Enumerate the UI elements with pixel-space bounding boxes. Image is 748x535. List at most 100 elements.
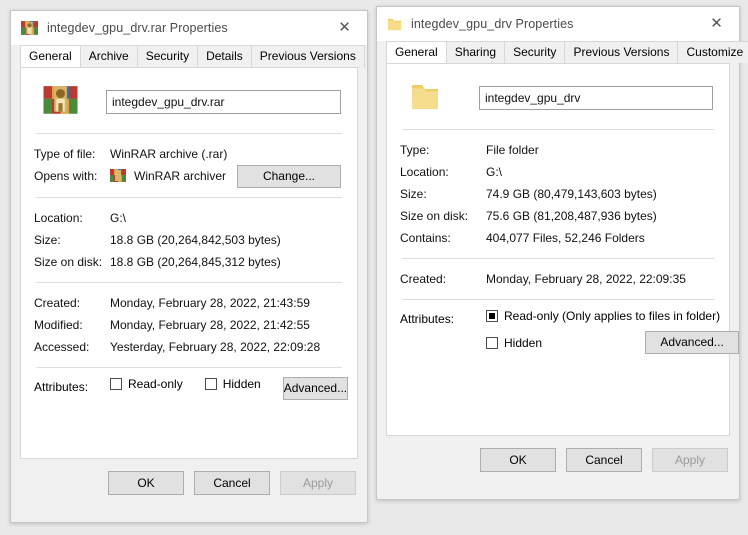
apply-button[interactable]: Apply: [652, 448, 728, 472]
attributes-row: Attributes: Read-only Hidden Advanced...: [34, 377, 344, 400]
row-value: WinRAR archiver: [110, 165, 226, 187]
folder-icon: [408, 80, 448, 116]
row-size: Size: 18.8 GB (20,264,842,503 bytes): [34, 229, 344, 251]
row-value: G:\: [110, 207, 126, 229]
tab-details[interactable]: Details: [197, 45, 252, 67]
readonly-label: Read-only: [128, 377, 183, 391]
advanced-button[interactable]: Advanced...: [283, 377, 348, 400]
row-contains: Contains: 404,077 Files, 52,246 Folders: [400, 227, 716, 249]
tab-security[interactable]: Security: [137, 45, 198, 67]
row-label: Accessed:: [34, 336, 110, 358]
desktop-background: integdev_gpu_drv.rar Properties ✕ Genera…: [0, 0, 748, 535]
readonly-checkbox[interactable]: Read-only: [110, 377, 183, 391]
checkbox-box: [486, 337, 498, 349]
hidden-label: Hidden: [223, 377, 261, 391]
attributes-label: Attributes:: [400, 309, 486, 329]
divider: [36, 282, 342, 283]
folder-properties-dialog: integdev_gpu_drv Properties ✕ General Sh…: [376, 6, 740, 500]
row-label: Opens with:: [34, 165, 110, 187]
checkbox-box: [486, 310, 498, 322]
footer-left: OK Cancel Apply: [11, 459, 367, 495]
tab-previous-versions[interactable]: Previous Versions: [564, 41, 678, 63]
cancel-button[interactable]: Cancel: [194, 471, 270, 495]
row-created: Created: Monday, February 28, 2022, 21:4…: [34, 292, 344, 314]
close-icon[interactable]: ✕: [322, 11, 367, 44]
advanced-button[interactable]: Advanced...: [645, 331, 739, 354]
row-value: 18.8 GB (20,264,845,312 bytes): [110, 251, 281, 273]
tab-general[interactable]: General: [20, 45, 81, 67]
row-label: Modified:: [34, 314, 110, 336]
tabstrip-left: General Archive Security Details Previou…: [11, 45, 367, 67]
divider: [36, 367, 342, 368]
row-accessed: Accessed: Yesterday, February 28, 2022, …: [34, 336, 344, 358]
row-value: Yesterday, February 28, 2022, 22:09:28: [110, 336, 320, 358]
row-label: Type:: [400, 139, 486, 161]
checkbox-box: [205, 378, 217, 390]
folder-icon: [387, 17, 402, 32]
row-value: 18.8 GB (20,264,842,503 bytes): [110, 229, 281, 251]
winrar-icon: [21, 20, 38, 37]
row-value: Monday, February 28, 2022, 22:09:35: [486, 268, 686, 290]
folder-name-input[interactable]: integdev_gpu_drv: [479, 86, 713, 110]
row-opens-with: Opens with:: [34, 165, 344, 188]
row-value: 75.6 GB (81,208,487,936 bytes): [486, 205, 657, 227]
readonly-checkbox[interactable]: Read-only (Only applies to files in fold…: [486, 309, 720, 323]
row-type-of-file: Type of file: WinRAR archive (.rar): [34, 143, 344, 165]
ok-button[interactable]: OK: [480, 448, 556, 472]
tab-sharing[interactable]: Sharing: [446, 41, 505, 63]
row-value: WinRAR archive (.rar): [110, 143, 227, 165]
row-modified: Modified: Monday, February 28, 2022, 21:…: [34, 314, 344, 336]
row-label: Type of file:: [34, 143, 110, 165]
row-label: Size:: [400, 183, 486, 205]
divider: [36, 197, 342, 198]
rar-properties-dialog: integdev_gpu_drv.rar Properties ✕ Genera…: [10, 10, 368, 523]
opens-with-app-name: WinRAR archiver: [134, 165, 226, 187]
hidden-checkbox[interactable]: Hidden: [486, 336, 542, 350]
row-label: Created:: [400, 268, 486, 290]
close-icon[interactable]: ✕: [694, 7, 739, 40]
tab-archive[interactable]: Archive: [80, 45, 138, 67]
titlebar-left: integdev_gpu_drv.rar Properties ✕: [11, 11, 367, 45]
row-value: 404,077 Files, 52,246 Folders: [486, 227, 645, 249]
row-location: Location: G:\: [34, 207, 344, 229]
divider: [36, 133, 342, 134]
general-tab-page-left: integdev_gpu_drv.rar Type of file: WinRA…: [20, 67, 358, 459]
row-label: Contains:: [400, 227, 486, 249]
tab-previous-versions[interactable]: Previous Versions: [251, 45, 365, 67]
change-button[interactable]: Change...: [237, 165, 341, 188]
readonly-label: Read-only (Only applies to files in fold…: [504, 309, 720, 323]
row-size-on-disk: Size on disk: 18.8 GB (20,264,845,312 by…: [34, 251, 344, 273]
row-label: Size on disk:: [400, 205, 486, 227]
winrar-icon: [110, 168, 126, 184]
row-label: Size on disk:: [34, 251, 110, 273]
tab-customize[interactable]: Customize: [677, 41, 748, 63]
footer-right: OK Cancel Apply: [377, 436, 739, 472]
divider: [402, 299, 714, 300]
row-label: Size:: [34, 229, 110, 251]
general-tab-page-right: integdev_gpu_drv Type: File folder Locat…: [386, 63, 730, 436]
tab-security[interactable]: Security: [504, 41, 565, 63]
winrar-icon: [42, 84, 82, 120]
row-value: Monday, February 28, 2022, 21:43:59: [110, 292, 310, 314]
divider: [402, 258, 714, 259]
tab-general[interactable]: General: [386, 41, 447, 63]
ok-button[interactable]: OK: [108, 471, 184, 495]
hidden-label: Hidden: [504, 336, 542, 350]
titlebar-right: integdev_gpu_drv Properties ✕: [377, 7, 739, 41]
row-size: Size: 74.9 GB (80,479,143,603 bytes): [400, 183, 716, 205]
cancel-button[interactable]: Cancel: [566, 448, 642, 472]
row-value: 74.9 GB (80,479,143,603 bytes): [486, 183, 657, 205]
file-name-row: integdev_gpu_drv.rar: [34, 80, 344, 124]
row-location: Location: G:\: [400, 161, 716, 183]
file-name-input[interactable]: integdev_gpu_drv.rar: [106, 90, 341, 114]
tabstrip-right: General Sharing Security Previous Versio…: [377, 41, 739, 63]
row-label: Location:: [34, 207, 110, 229]
row-value: Monday, February 28, 2022, 21:42:55: [110, 314, 310, 336]
window-title: integdev_gpu_drv Properties: [411, 17, 574, 31]
row-label: Created:: [34, 292, 110, 314]
hidden-checkbox[interactable]: Hidden: [205, 377, 261, 391]
row-value: File folder: [486, 139, 539, 161]
checkbox-box: [110, 378, 122, 390]
window-title: integdev_gpu_drv.rar Properties: [47, 21, 228, 35]
apply-button[interactable]: Apply: [280, 471, 356, 495]
